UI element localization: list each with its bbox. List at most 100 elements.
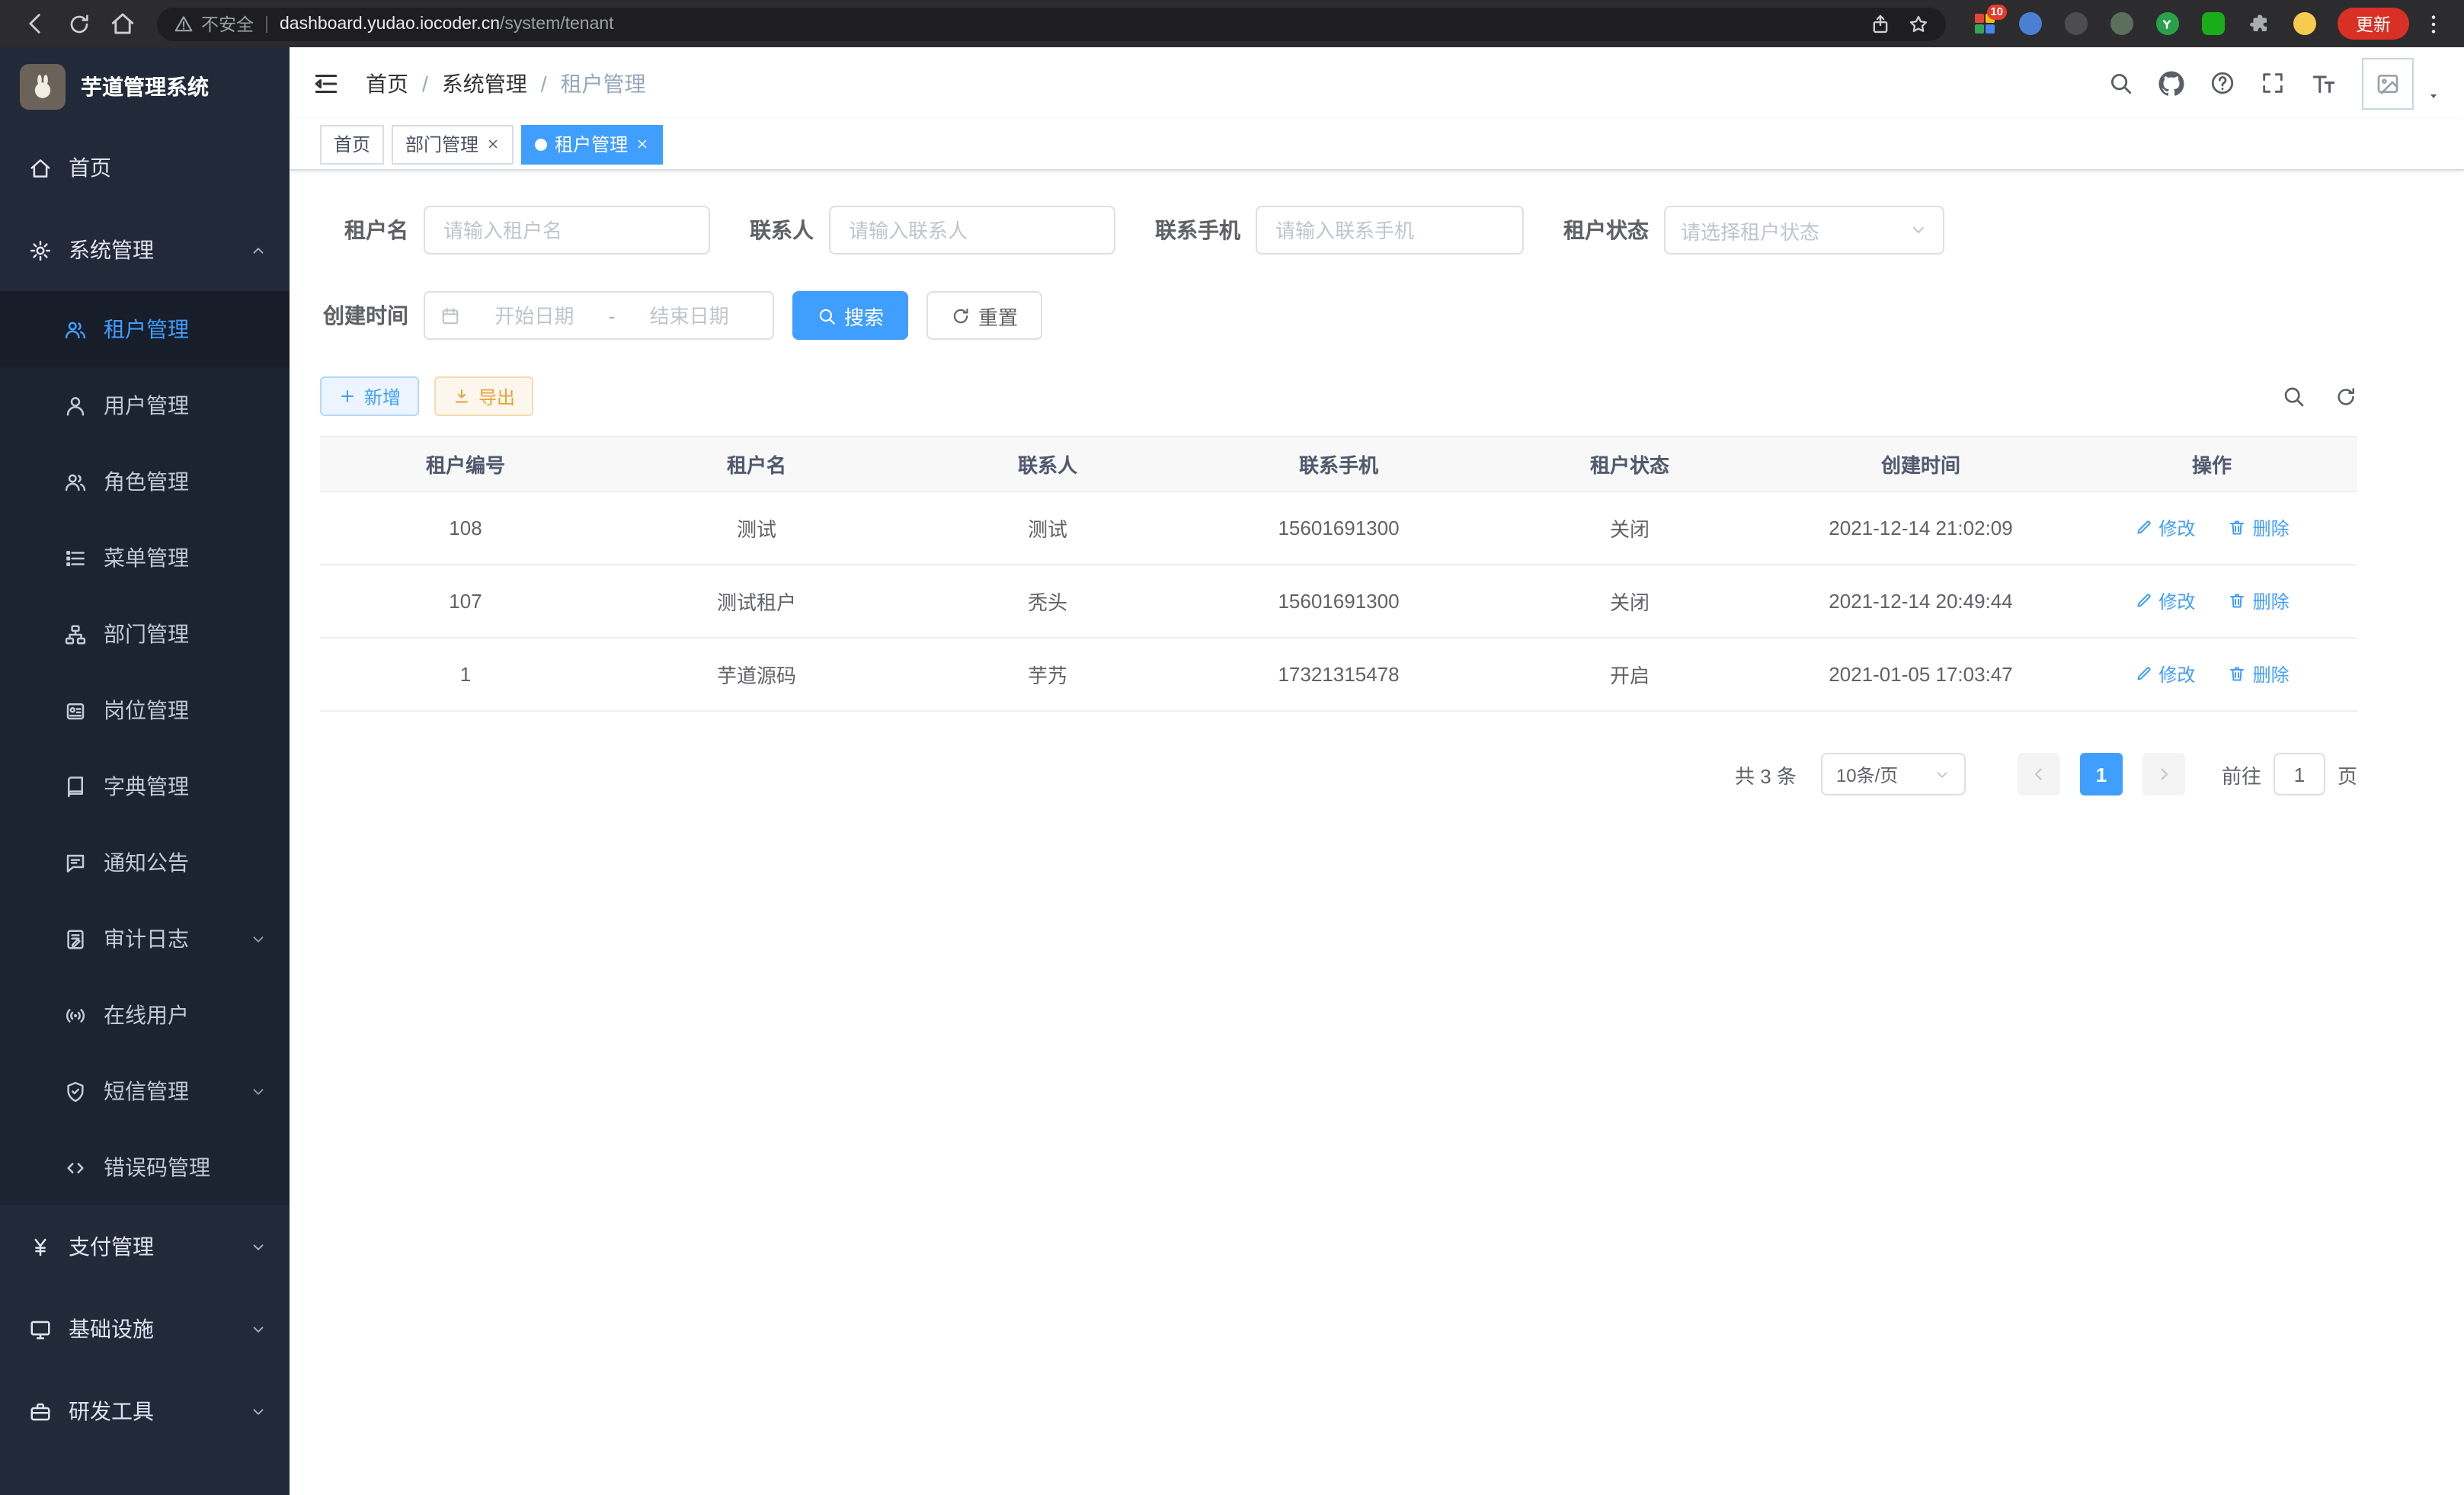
sidebar-item-role[interactable]: 角色管理: [0, 443, 290, 520]
sidebar-item-label: 角色管理: [104, 466, 189, 497]
search-icon[interactable]: [2107, 70, 2133, 96]
sidebar-item-user[interactable]: 用户管理: [0, 367, 290, 443]
contact-input[interactable]: [829, 206, 1115, 255]
sidebar-item-dict[interactable]: 字典管理: [0, 748, 290, 824]
cell-status: 开启: [1484, 638, 1775, 711]
sidebar-toggle-icon[interactable]: [312, 69, 340, 97]
goto-page-input[interactable]: [2274, 753, 2325, 796]
search-button[interactable]: 搜索: [792, 291, 908, 340]
role-users-icon: [64, 470, 87, 493]
sidebar-item-sms[interactable]: 短信管理: [0, 1053, 290, 1129]
sidebar-item-infra[interactable]: 基础设施: [0, 1288, 290, 1370]
extension-colorful-icon[interactable]: 10: [1972, 11, 1996, 36]
prev-page-button[interactable]: [2018, 753, 2060, 796]
fullscreen-icon[interactable]: [2260, 70, 2286, 96]
github-icon[interactable]: [2158, 69, 2185, 97]
main-area: 首页 / 系统管理 / 租户管理 首页: [290, 47, 2464, 1495]
help-icon[interactable]: [2210, 70, 2235, 96]
address-bar[interactable]: 不安全 | dashboard.yudao.iocoder.cn /system…: [157, 7, 1946, 40]
edit-button[interactable]: 修改: [2134, 588, 2195, 614]
close-icon[interactable]: [635, 137, 649, 151]
tenant-status-select[interactable]: 请选择租户状态: [1664, 206, 1944, 255]
sidebar-item-post[interactable]: 岗位管理: [0, 672, 290, 748]
extension-dark-icon[interactable]: [2064, 12, 2087, 35]
tab-label: 部门管理: [405, 131, 478, 157]
back-icon[interactable]: [23, 11, 49, 37]
sidebar-item-label: 部门管理: [104, 619, 189, 649]
sidebar-item-online-user[interactable]: 在线用户: [0, 977, 290, 1053]
browser-menu-icon[interactable]: [2421, 11, 2446, 36]
sidebar-item-devtools[interactable]: 研发工具: [0, 1370, 290, 1452]
trash-icon: [2229, 592, 2247, 610]
col-tenant-id: 租户编号: [320, 437, 611, 491]
page-1-button[interactable]: 1: [2080, 753, 2123, 796]
sidebar-item-tenant[interactable]: 租户管理: [0, 291, 290, 367]
extension-puzzle-icon[interactable]: [2247, 12, 2270, 35]
refresh-icon[interactable]: [2334, 385, 2357, 408]
chevron-down-icon: [250, 1238, 267, 1255]
date-end-input[interactable]: [621, 304, 757, 327]
broken-image-icon: [2376, 71, 2400, 95]
next-page-button[interactable]: [2142, 753, 2185, 796]
cell-id: 107: [320, 565, 611, 638]
export-button[interactable]: 导出: [434, 376, 533, 416]
close-icon[interactable]: [486, 137, 500, 151]
font-size-icon[interactable]: [2310, 69, 2338, 97]
chevron-down-icon: [250, 1083, 267, 1100]
sidebar-item-error-code[interactable]: 错误码管理: [0, 1129, 290, 1205]
tenant-name-input[interactable]: [424, 206, 710, 255]
extension-smiley-icon[interactable]: [2293, 12, 2315, 35]
col-ops: 操作: [2066, 437, 2357, 491]
cell-phone: 15601691300: [1193, 491, 1484, 565]
sidebar-item-label: 短信管理: [104, 1076, 189, 1106]
sidebar-item-menu[interactable]: 菜单管理: [0, 520, 290, 596]
delete-button[interactable]: 删除: [2229, 515, 2290, 541]
date-start-input[interactable]: [466, 304, 603, 327]
breadcrumb-home[interactable]: 首页: [366, 68, 408, 98]
extension-olive-icon[interactable]: [2110, 12, 2133, 35]
search-icon: [817, 306, 837, 325]
extension-green-y-icon[interactable]: [2155, 12, 2178, 35]
sidebar-item-home[interactable]: 首页: [0, 126, 290, 209]
export-button-label: 导出: [478, 383, 515, 409]
tab-home[interactable]: 首页: [320, 124, 384, 164]
tab-dept[interactable]: 部门管理: [392, 124, 514, 164]
warning-icon: [174, 14, 194, 34]
delete-button[interactable]: 删除: [2229, 588, 2290, 614]
reload-icon[interactable]: [67, 11, 91, 36]
toggle-search-icon[interactable]: [2281, 384, 2306, 408]
add-button[interactable]: 新增: [320, 376, 419, 416]
browser-update-button[interactable]: 更新: [2338, 8, 2409, 40]
app-logo[interactable]: 芋道管理系统: [0, 47, 290, 126]
header-actions: [2107, 57, 2441, 109]
sidebar-item-dept[interactable]: 部门管理: [0, 596, 290, 672]
extension-chat-icon[interactable]: [2201, 12, 2224, 35]
edit-button[interactable]: 修改: [2134, 661, 2195, 687]
cell-status: 关闭: [1484, 565, 1775, 638]
share-icon[interactable]: [1870, 13, 1891, 34]
delete-button[interactable]: 删除: [2229, 661, 2290, 687]
reset-button[interactable]: 重置: [926, 291, 1042, 340]
avatar[interactable]: [2362, 57, 2414, 109]
sidebar-item-pay[interactable]: 支付管理: [0, 1205, 290, 1288]
sidebar-item-audit-log[interactable]: 审计日志: [0, 901, 290, 977]
sidebar-item-system[interactable]: 系统管理: [0, 209, 290, 291]
tab-label: 租户管理: [555, 131, 628, 157]
tab-tenant[interactable]: 租户管理: [521, 124, 663, 164]
breadcrumb-system[interactable]: 系统管理: [442, 68, 527, 98]
sidebar-item-notice[interactable]: 通知公告: [0, 824, 290, 901]
edit-label: 修改: [2158, 515, 2195, 541]
page-size-select[interactable]: 10条/页: [1821, 753, 1966, 796]
bookmark-star-icon[interactable]: [1908, 13, 1929, 34]
date-range-picker[interactable]: -: [424, 291, 774, 340]
col-phone: 联系手机: [1193, 437, 1484, 491]
pagination-total: 共 3 条: [1735, 760, 1797, 789]
chevron-down-icon: [1934, 766, 1950, 783]
extension-blue-icon[interactable]: [2018, 12, 2041, 35]
edit-button[interactable]: 修改: [2134, 515, 2195, 541]
chevron-down-icon[interactable]: [2426, 88, 2441, 103]
breadcrumb: 首页 / 系统管理 / 租户管理: [366, 68, 646, 98]
phone-input[interactable]: [1256, 206, 1524, 255]
tenant-table: 租户编号 租户名 联系人 联系手机 租户状态 创建时间 操作 108 测试 测试: [320, 436, 2357, 712]
home-icon[interactable]: [110, 11, 136, 37]
